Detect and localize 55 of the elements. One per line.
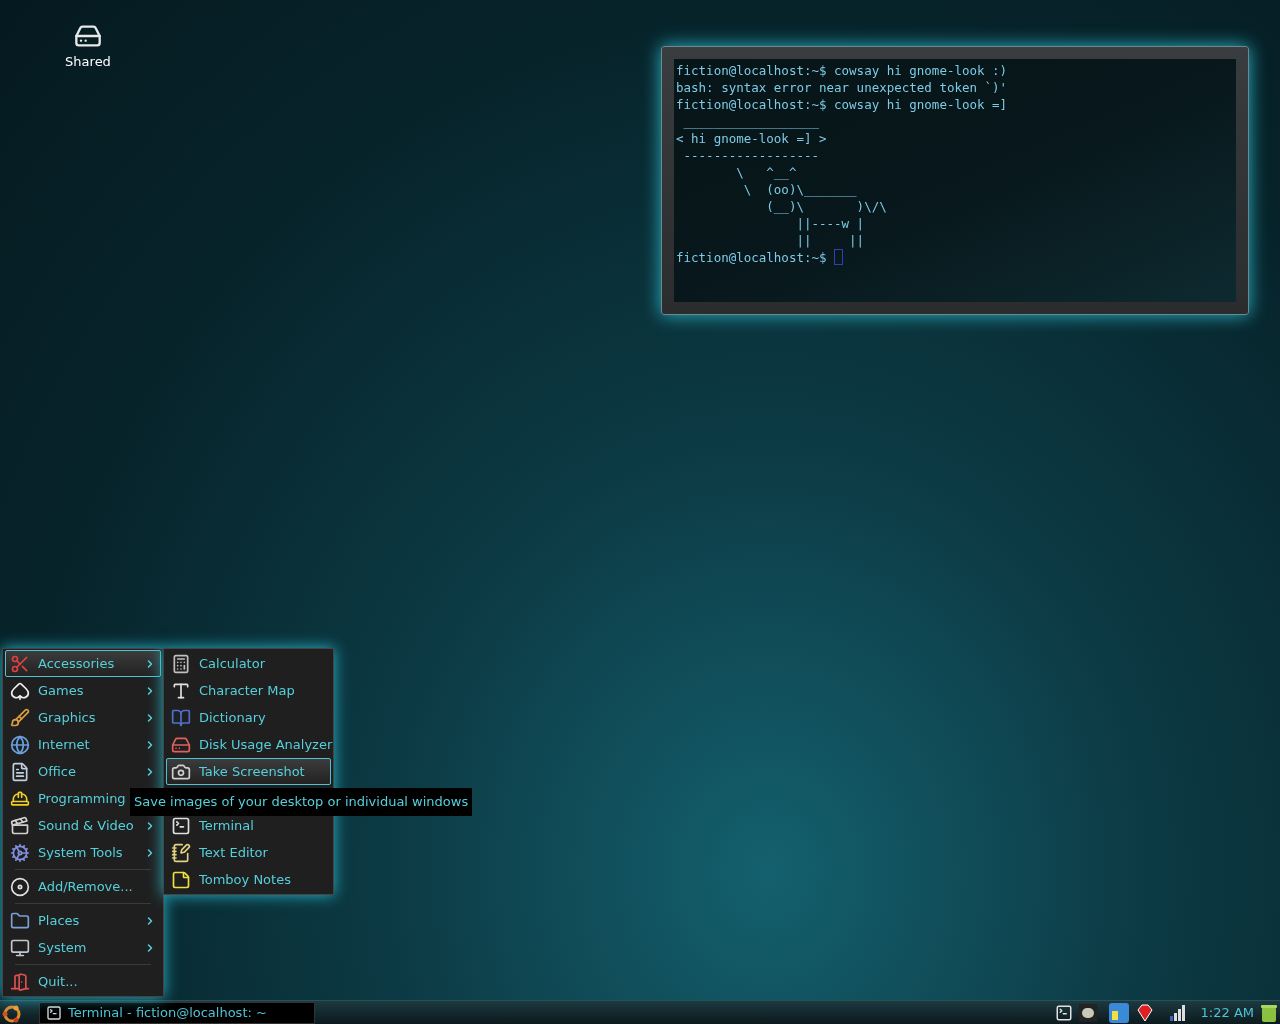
signal-icon[interactable] [1168,1003,1187,1022]
menu-item[interactable]: Quit... [5,968,161,995]
menu-item[interactable]: Calculator [166,650,331,677]
terminal-line: ------------------ [682,147,819,164]
calculator-icon [171,653,191,674]
desktop-icon-label[interactable]: Shared [65,52,111,72]
monitor-icon [10,937,30,958]
gear-icon [10,842,30,863]
folder-icon [10,910,30,931]
menu-item[interactable]: Office [5,758,161,785]
menu-item[interactable]: System [5,934,161,961]
terminal-line: < hi gnome-look =] > [676,130,827,147]
menu-item[interactable]: Games [5,677,161,704]
trash-icon[interactable] [1260,1002,1278,1023]
door-icon [10,971,30,992]
terminal-icon[interactable] [1054,1003,1073,1022]
paintbrush-icon [10,707,30,728]
menu-item[interactable]: Text Editor [166,839,331,866]
menu-item[interactable]: Tomboy Notes [166,866,331,893]
clapperboard-icon [10,815,30,836]
tray-app-icon[interactable] [1108,1002,1129,1023]
menu-item[interactable]: Take Screenshot [166,758,331,785]
tray-app-icon[interactable] [1078,1003,1097,1022]
terminal-line: fiction@localhost:~$ cowsay hi gnome-look =] [676,96,1008,113]
book-icon [171,707,191,728]
menu-item[interactable]: Graphics [5,704,161,731]
menu-item[interactable]: Internet [5,731,161,758]
tooltip: Save images of your desktop or individual windows [130,788,473,816]
terminal-line: \ ^__^ [735,164,797,181]
document-icon [10,761,30,782]
menu-item[interactable]: Dictionary [166,704,331,731]
terminal-icon [46,1004,62,1021]
terminal-line: fiction@localhost:~$ cowsay hi gnome-look :) [676,62,1008,79]
clock[interactable]: 1:22 AM [1200,1002,1254,1023]
terminal-line: \ (oo)\_______ [742,181,857,198]
menu-item[interactable]: Character Map [166,677,331,704]
menu-item[interactable]: Disk Usage Analyzer [166,731,331,758]
terminal-line: bash: syntax error near unexpected token `)' [676,79,1008,96]
terminal-line: __________________ [682,113,819,130]
terminal-line: (__)\ )\/\ [765,198,887,215]
disc-icon [10,876,30,897]
scissors-icon [10,653,30,674]
globe-icon [10,734,30,755]
menu-item[interactable]: System Tools [5,839,161,866]
terminal-line: || || [795,232,865,249]
terminal-icon [171,815,191,836]
notepad-icon [171,842,191,863]
menu-item[interactable]: Places [5,907,161,934]
playing-card-icon [10,680,30,701]
terminal-line: ||----w | [795,215,865,232]
terminal-line: fiction@localhost:~$ [676,249,828,266]
taskbar-task[interactable]: Terminal - fiction@localhost: ~ [39,1001,315,1024]
menu-item[interactable]: Add/Remove... [5,873,161,900]
sticky-note-icon [171,869,191,890]
menu-item[interactable]: Accessories [5,650,161,677]
